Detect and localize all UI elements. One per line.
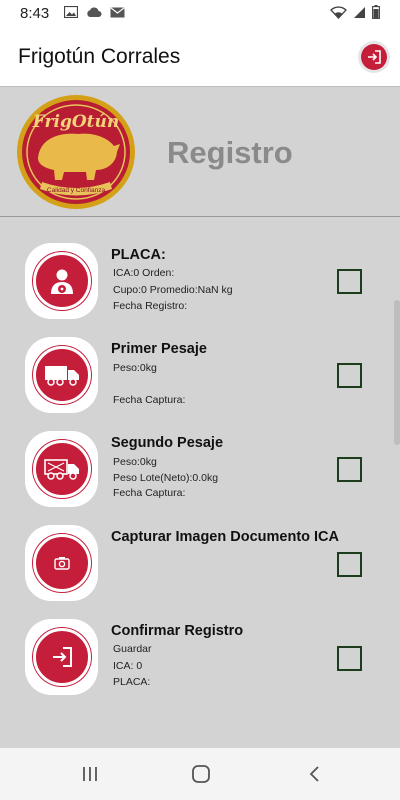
step-detail: Peso:0kg [113, 456, 157, 468]
step-title: Segundo Pesaje [111, 435, 224, 451]
wifi-icon [330, 5, 347, 19]
step-detail: Fecha Captura: [113, 394, 186, 406]
step-icon-card[interactable] [25, 431, 98, 507]
svg-text:Calidad y Confianza: Calidad y Confianza [47, 187, 106, 194]
login-icon [32, 628, 91, 686]
system-nav-bar [0, 748, 400, 800]
step-detail: Guardar [113, 643, 152, 655]
step-icon-card[interactable] [25, 243, 98, 319]
step-icon-card[interactable] [25, 619, 98, 695]
recent-apps-icon [83, 767, 97, 781]
step-checkbox[interactable] [337, 363, 362, 388]
step-icon-card[interactable] [25, 337, 98, 413]
truck-icon [32, 346, 91, 404]
exit-icon [361, 44, 387, 70]
step-title: Confirmar Registro [111, 623, 244, 639]
app-bar: Frigotún Corrales [0, 27, 400, 87]
step-segundo-pesaje[interactable]: Segundo Pesaje Peso:0kg Peso Lote(Neto):… [0, 431, 400, 516]
scrollbar[interactable] [394, 300, 400, 445]
status-time: 8:43 [20, 5, 50, 22]
recent-apps-button[interactable] [78, 762, 102, 786]
loaded-truck-icon [32, 440, 91, 498]
step-capturar-imagen[interactable]: Capturar Imagen Documento ICA [0, 525, 400, 610]
step-detail: Fecha Captura: [113, 487, 186, 499]
home-button[interactable] [189, 762, 213, 786]
back-button[interactable] [302, 762, 326, 786]
system-icons [330, 5, 380, 19]
step-detail: ICA:0 Orden: [113, 267, 175, 279]
step-primer-pesaje[interactable]: Primer Pesaje Peso:0kg Fecha Captura: [0, 337, 400, 422]
step-title: Capturar Imagen Documento ICA [111, 529, 339, 545]
step-detail: Fecha Registro: [113, 300, 188, 312]
home-icon [192, 765, 210, 783]
step-detail: ICA: 0 [113, 660, 143, 672]
camera-icon [32, 534, 91, 592]
step-title: PLACA: [111, 247, 166, 263]
step-confirmar-registro[interactable]: Confirmar Registro Guardar ICA: 0 PLACA: [0, 619, 400, 704]
page-title: Registro [167, 135, 293, 170]
step-checkbox[interactable] [337, 552, 362, 577]
step-detail: Peso Lote(Neto):0.0kg [113, 472, 219, 484]
step-detail: PLACA: [113, 676, 151, 688]
step-icon-card[interactable] [25, 525, 98, 601]
frigotun-logo: FrigOtún Calidad y Confianza [17, 95, 135, 209]
back-icon [309, 766, 319, 782]
image-icon [64, 6, 78, 18]
exit-button[interactable] [358, 41, 390, 73]
step-placa[interactable]: PLACA: ICA:0 Orden: Cupo:0 Promedio:NaN … [0, 243, 400, 328]
registro-header: FrigOtún Calidad y Confianza Registro [0, 87, 400, 217]
svg-text:FrigOtún: FrigOtún [32, 112, 119, 132]
driver-icon [32, 252, 91, 310]
step-detail: Peso:0kg [113, 362, 157, 374]
cloud-icon [87, 7, 102, 17]
status-bar: 8:43 [0, 0, 400, 27]
app-title: Frigotún Corrales [18, 45, 181, 68]
step-title: Primer Pesaje [111, 341, 207, 357]
step-checkbox[interactable] [337, 646, 362, 671]
signal-icon [354, 6, 365, 18]
step-checkbox[interactable] [337, 269, 362, 294]
step-checkbox[interactable] [337, 457, 362, 482]
battery-icon [372, 5, 380, 19]
step-detail: Cupo:0 Promedio:NaN kg [113, 284, 233, 296]
notification-icons [64, 6, 125, 18]
mail-icon [110, 6, 125, 17]
